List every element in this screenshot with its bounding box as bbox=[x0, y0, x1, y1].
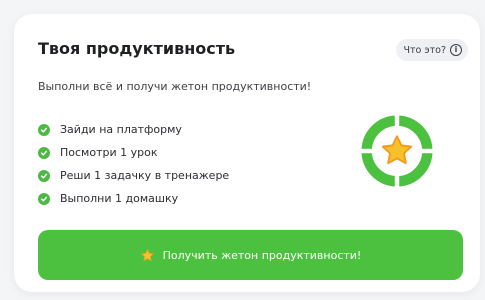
task-item: Реши 1 задачку в тренажере bbox=[38, 164, 229, 187]
task-label: Посмотри 1 урок bbox=[60, 146, 158, 159]
get-token-button[interactable]: Получить жетон продуктивности! bbox=[38, 230, 463, 280]
check-icon bbox=[38, 169, 50, 182]
task-item: Зайди на платформу bbox=[38, 118, 229, 141]
task-label: Выполни 1 домашку bbox=[60, 192, 179, 205]
task-list: Зайди на платформу Посмотри 1 урок Реши … bbox=[38, 118, 229, 210]
check-icon bbox=[38, 146, 50, 159]
task-item: Выполни 1 домашку bbox=[38, 187, 229, 210]
star-icon bbox=[140, 248, 154, 261]
star-icon bbox=[381, 135, 413, 165]
card-title: Твоя продуктивность bbox=[38, 39, 236, 58]
task-label: Реши 1 задачку в тренажере bbox=[60, 169, 230, 182]
check-icon bbox=[38, 192, 50, 205]
cta-label: Получить жетон продуктивности! bbox=[162, 248, 362, 262]
productivity-card: Твоя продуктивность Что это? i Выполни в… bbox=[14, 14, 480, 292]
what-is-this-button[interactable]: Что это? i bbox=[395, 39, 468, 61]
help-label: Что это? bbox=[403, 44, 446, 56]
task-item: Посмотри 1 урок bbox=[38, 141, 229, 164]
task-label: Зайди на платформу bbox=[60, 123, 182, 136]
info-icon: i bbox=[450, 44, 462, 56]
productivity-badge bbox=[361, 115, 433, 187]
card-subtitle: Выполни всё и получи жетон продуктивност… bbox=[38, 80, 312, 93]
check-icon bbox=[38, 123, 50, 136]
